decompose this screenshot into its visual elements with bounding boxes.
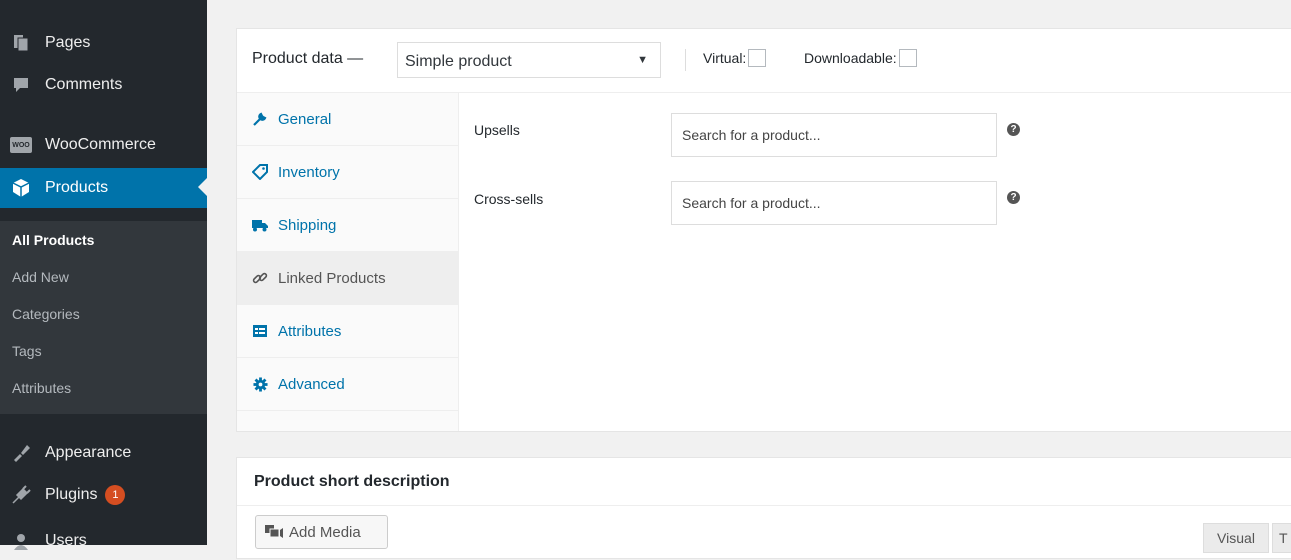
tab-attributes[interactable]: Attributes [237,305,458,358]
tab-visual[interactable]: Visual [1203,523,1269,553]
cross-sells-field[interactable] [671,181,997,225]
downloadable-checkbox[interactable] [898,49,917,67]
virtual-label: Virtual: [703,50,747,66]
add-media-button[interactable]: Add Media [255,515,388,549]
sidebar-item-comments[interactable]: Comments [0,66,207,104]
plugins-update-badge: 1 [105,485,126,505]
sidebar-item-label: WooCommerce [45,136,156,153]
downloadable-option[interactable]: Downloadable: [804,49,917,67]
tab-linked-products[interactable]: Linked Products [237,252,458,305]
truck-icon [252,217,268,233]
submenu-item-all-products[interactable]: All Products [0,221,207,258]
virtual-checkbox[interactable] [748,49,767,67]
short-description-divider [237,505,1291,506]
downloadable-label: Downloadable: [804,50,897,66]
plugins-icon [10,485,32,505]
gear-icon [252,376,268,392]
short-description-title: Product short description [254,473,450,490]
chevron-down-icon: ▼ [637,54,648,66]
submenu-item-tags[interactable]: Tags [0,332,207,369]
submenu-item-attributes[interactable]: Attributes [0,369,207,406]
admin-sidebar: Pages Comments WOO WooCommerce Products … [0,0,207,550]
tab-label: Advanced [278,375,345,393]
submenu-item-categories[interactable]: Categories [0,295,207,332]
product-data-title: Product data — [252,50,364,67]
upsells-help-icon[interactable]: ? [1007,123,1020,136]
product-data-panel: Product data — Simple product ▼ Virtual:… [236,28,1291,432]
product-type-value: Simple product [405,53,512,70]
woocommerce-logo: WOO [10,137,32,153]
pages-icon [10,33,32,53]
tab-advanced[interactable]: Advanced [237,358,458,411]
tab-label: Shipping [278,216,337,234]
products-icon [10,178,32,198]
short-description-panel: Product short description Add Media Visu… [236,457,1291,559]
link-icon [252,270,268,286]
sidebar-item-label: Products [45,179,109,196]
woocommerce-icon: WOO [10,135,32,155]
submenu-item-add-new[interactable]: Add New [0,258,207,295]
sidebar-item-plugins[interactable]: Plugins 1 [0,476,207,514]
sidebar-item-label: Appearance [45,444,132,461]
products-submenu: All Products Add New Categories Tags Att… [0,221,207,414]
tab-label: Attributes [278,322,342,340]
list-icon [252,323,268,339]
tab-label: Linked Products [278,269,386,287]
cross-sells-help-icon[interactable]: ? [1007,191,1020,204]
add-media-label: Add Media [289,523,361,541]
comments-icon [10,75,32,95]
header-divider [685,49,686,71]
current-menu-arrow [198,178,207,196]
appearance-icon [10,443,32,463]
cross-sells-search-input[interactable] [680,182,984,224]
tab-shipping[interactable]: Shipping [237,199,458,252]
tag-icon [252,164,268,180]
upsells-label: Upsells [474,122,520,138]
tab-text[interactable]: T [1272,523,1291,553]
upsells-search-input[interactable] [680,114,984,156]
product-data-header: Product data — Simple product ▼ Virtual:… [237,29,1291,93]
sidebar-item-label: Users [45,532,87,549]
sidebar-item-woocommerce[interactable]: WOO WooCommerce [0,126,207,164]
product-data-tabs: General Inventory Shipping Linked Produc… [237,93,459,431]
media-icon [265,523,283,541]
sidebar-item-label: Pages [45,34,91,51]
sidebar-item-pages[interactable]: Pages [0,24,207,62]
tab-general[interactable]: General [237,93,458,146]
sidebar-item-appearance[interactable]: Appearance [0,434,207,472]
sidebar-item-label: Plugins [45,486,98,503]
cross-sells-label: Cross-sells [474,191,544,207]
sidebar-item-label: Comments [45,76,123,93]
virtual-option[interactable]: Virtual: [703,49,767,67]
product-type-select[interactable]: Simple product ▼ [397,42,661,78]
tab-label: General [278,110,332,128]
tab-inventory[interactable]: Inventory [237,146,458,199]
sidebar-item-users[interactable]: Users [0,522,207,560]
tab-label: Inventory [278,163,340,181]
wrench-icon [252,111,268,127]
upsells-field[interactable] [671,113,997,157]
users-icon [10,531,32,551]
sidebar-item-products[interactable]: Products [0,168,207,208]
